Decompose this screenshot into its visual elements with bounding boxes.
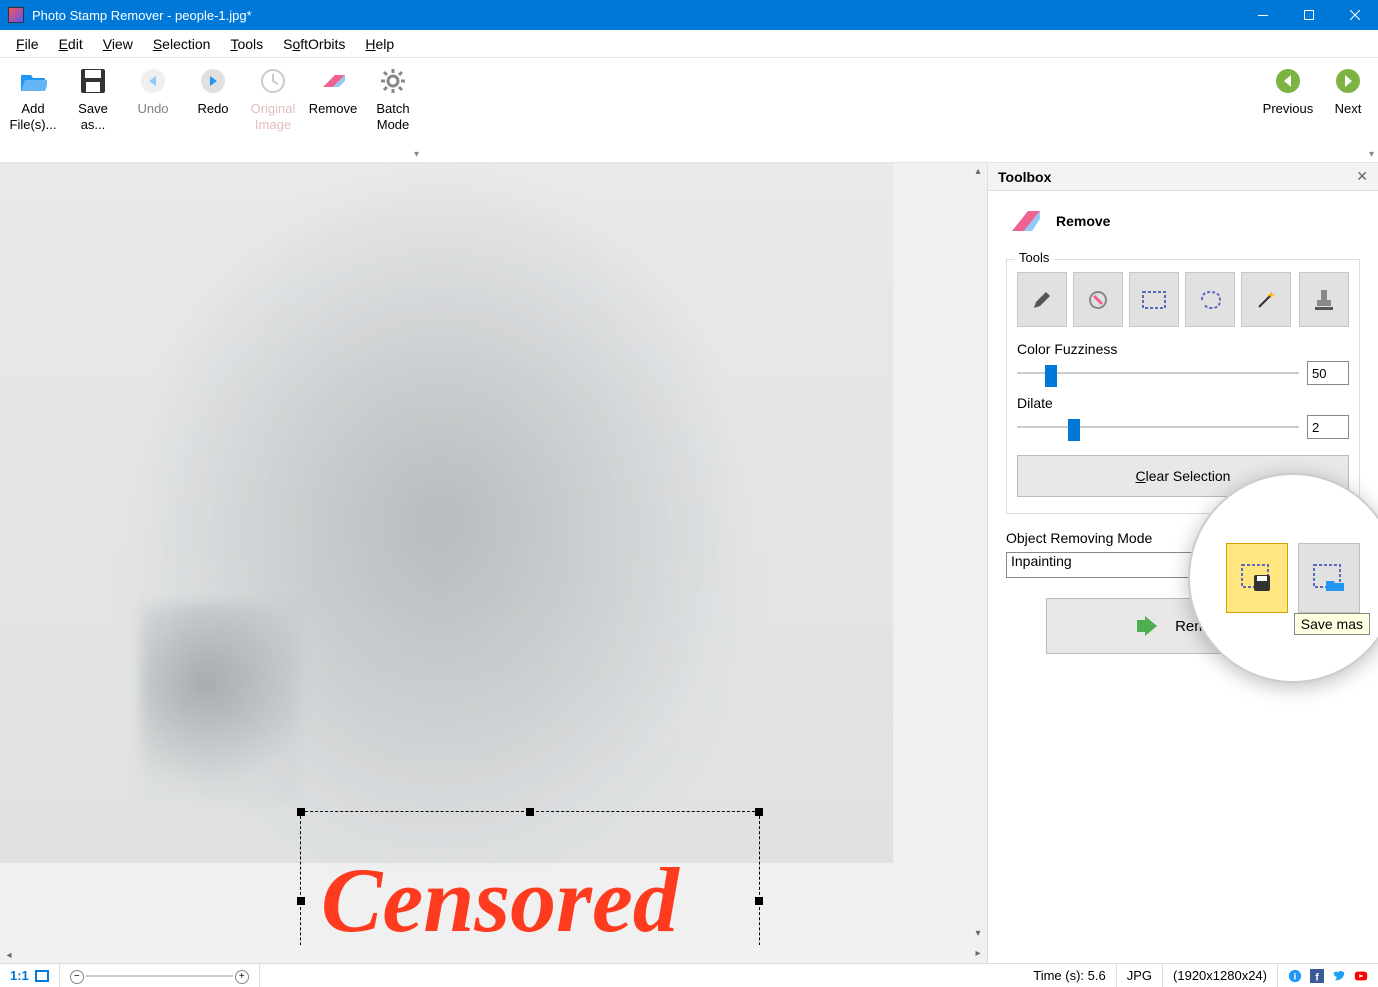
photo-hand bbox=[140, 603, 300, 803]
maximize-button[interactable] bbox=[1286, 0, 1332, 30]
watermark-text: Censored bbox=[321, 847, 679, 953]
menubar: File Edit View Selection Tools SoftOrbit… bbox=[0, 30, 1378, 58]
brush-tool[interactable] bbox=[1073, 272, 1123, 327]
clock-icon bbox=[257, 65, 289, 97]
zoom-in-icon[interactable]: + bbox=[235, 970, 249, 984]
zoom-control: − + bbox=[60, 964, 260, 987]
selection-handle[interactable] bbox=[755, 808, 763, 816]
redo-button[interactable]: Redo bbox=[184, 60, 242, 160]
play-icon bbox=[1135, 616, 1159, 636]
pencil-tool[interactable] bbox=[1017, 272, 1067, 327]
fit-icon[interactable] bbox=[35, 970, 49, 982]
status-dimensions: (1920x1280x24) bbox=[1163, 964, 1278, 987]
magic-wand-tool[interactable] bbox=[1241, 272, 1291, 327]
magnifier-overlay bbox=[1188, 473, 1378, 683]
toolbox-close-icon[interactable]: ✕ bbox=[1356, 168, 1368, 185]
next-icon bbox=[1332, 65, 1364, 97]
undo-button[interactable]: Undo bbox=[124, 60, 182, 160]
undo-icon bbox=[137, 65, 169, 97]
eraser-icon bbox=[1006, 203, 1042, 239]
folder-open-icon bbox=[17, 65, 49, 97]
section-title: Remove bbox=[1056, 213, 1110, 229]
status-format: JPG bbox=[1117, 964, 1163, 987]
lasso-tool[interactable] bbox=[1185, 272, 1235, 327]
window-title: Photo Stamp Remover - people-1.jpg* bbox=[32, 8, 1240, 23]
batch-mode-button[interactable]: Batch Mode bbox=[364, 60, 422, 160]
minimize-button[interactable] bbox=[1240, 0, 1286, 30]
save-icon bbox=[77, 65, 109, 97]
dilate-input[interactable] bbox=[1307, 415, 1349, 439]
scroll-right-icon[interactable]: ▸ bbox=[969, 945, 987, 963]
save-as-button[interactable]: Save as... bbox=[64, 60, 122, 160]
menu-help[interactable]: Help bbox=[357, 34, 402, 54]
app-icon bbox=[8, 7, 24, 23]
toolbar-overflow[interactable]: ▾ bbox=[414, 149, 419, 160]
image-stage: Censored bbox=[0, 163, 893, 863]
gear-icon bbox=[377, 65, 409, 97]
toolbox-title: Toolbox bbox=[998, 169, 1051, 185]
fuzziness-label: Color Fuzziness bbox=[1017, 341, 1349, 357]
menu-edit[interactable]: Edit bbox=[51, 34, 91, 54]
dilate-slider[interactable] bbox=[1017, 417, 1299, 437]
toolbox-section-header: Remove bbox=[1006, 203, 1360, 239]
load-mask-button[interactable] bbox=[1298, 543, 1360, 613]
selection-box[interactable]: Censored bbox=[300, 811, 760, 963]
tools-legend: Tools bbox=[1015, 250, 1053, 265]
info-icon[interactable]: i bbox=[1288, 969, 1302, 983]
previous-icon bbox=[1272, 65, 1304, 97]
selection-handle[interactable] bbox=[297, 897, 305, 905]
previous-button[interactable]: Previous bbox=[1259, 60, 1317, 122]
zoom-ratio[interactable]: 1:1 bbox=[0, 964, 60, 987]
tooltip: Save mas bbox=[1294, 613, 1370, 635]
stamp-tool[interactable] bbox=[1299, 272, 1349, 327]
menu-view[interactable]: View bbox=[95, 34, 141, 54]
toolbox-header: Toolbox ✕ bbox=[988, 163, 1378, 191]
svg-text:f: f bbox=[1315, 971, 1319, 983]
zoom-slider[interactable]: − + bbox=[70, 968, 249, 984]
svg-text:i: i bbox=[1294, 971, 1297, 982]
fuzziness-slider[interactable] bbox=[1017, 363, 1299, 383]
horizontal-scrollbar[interactable]: ◂ ▸ bbox=[0, 945, 987, 963]
eraser-icon bbox=[317, 65, 349, 97]
toolbar: Add File(s)... Save as... Undo Redo Orig… bbox=[0, 58, 1378, 163]
fuzziness-input[interactable] bbox=[1307, 361, 1349, 385]
facebook-icon[interactable]: f bbox=[1310, 969, 1324, 983]
original-image-button[interactable]: Original Image bbox=[244, 60, 302, 160]
remove-button[interactable]: Remove bbox=[304, 60, 362, 160]
menu-tools[interactable]: Tools bbox=[222, 34, 271, 54]
add-files-button[interactable]: Add File(s)... bbox=[4, 60, 62, 160]
dilate-label: Dilate bbox=[1017, 395, 1349, 411]
redo-icon bbox=[197, 65, 229, 97]
save-mask-button[interactable] bbox=[1226, 543, 1288, 613]
next-button[interactable]: Next bbox=[1319, 60, 1377, 122]
toolbox-panel: Toolbox ✕ Remove Tools Color Fuzziness bbox=[988, 163, 1378, 963]
close-button[interactable] bbox=[1332, 0, 1378, 30]
vertical-scrollbar[interactable]: ▴ ▾ bbox=[969, 163, 987, 943]
selection-handle[interactable] bbox=[297, 808, 305, 816]
menu-selection[interactable]: Selection bbox=[145, 34, 219, 54]
zoom-out-icon[interactable]: − bbox=[70, 970, 84, 984]
canvas-area: Censored ▴ ▾ ◂ ▸ bbox=[0, 163, 988, 963]
statusbar: 1:1 − + Time (s): 5.6 JPG (1920x1280x24)… bbox=[0, 963, 1378, 987]
image-canvas[interactable]: Censored bbox=[0, 163, 987, 963]
scroll-up-icon[interactable]: ▴ bbox=[969, 163, 987, 181]
selection-handle[interactable] bbox=[755, 897, 763, 905]
twitter-icon[interactable] bbox=[1332, 969, 1346, 983]
toolbar-overflow-right[interactable]: ▾ bbox=[1369, 149, 1374, 160]
menu-file[interactable]: File bbox=[8, 34, 47, 54]
scroll-down-icon[interactable]: ▾ bbox=[969, 925, 987, 943]
youtube-icon[interactable] bbox=[1354, 969, 1368, 983]
scroll-left-icon[interactable]: ◂ bbox=[0, 947, 18, 963]
menu-softorbits[interactable]: SoftOrbits bbox=[275, 34, 353, 54]
social-icons: i f bbox=[1278, 969, 1378, 983]
status-time: Time (s): 5.6 bbox=[1023, 964, 1116, 987]
rect-select-tool[interactable] bbox=[1129, 272, 1179, 327]
main-area: Censored ▴ ▾ ◂ ▸ Toolb bbox=[0, 163, 1378, 963]
titlebar: Photo Stamp Remover - people-1.jpg* bbox=[0, 0, 1378, 30]
selection-handle[interactable] bbox=[526, 808, 534, 816]
